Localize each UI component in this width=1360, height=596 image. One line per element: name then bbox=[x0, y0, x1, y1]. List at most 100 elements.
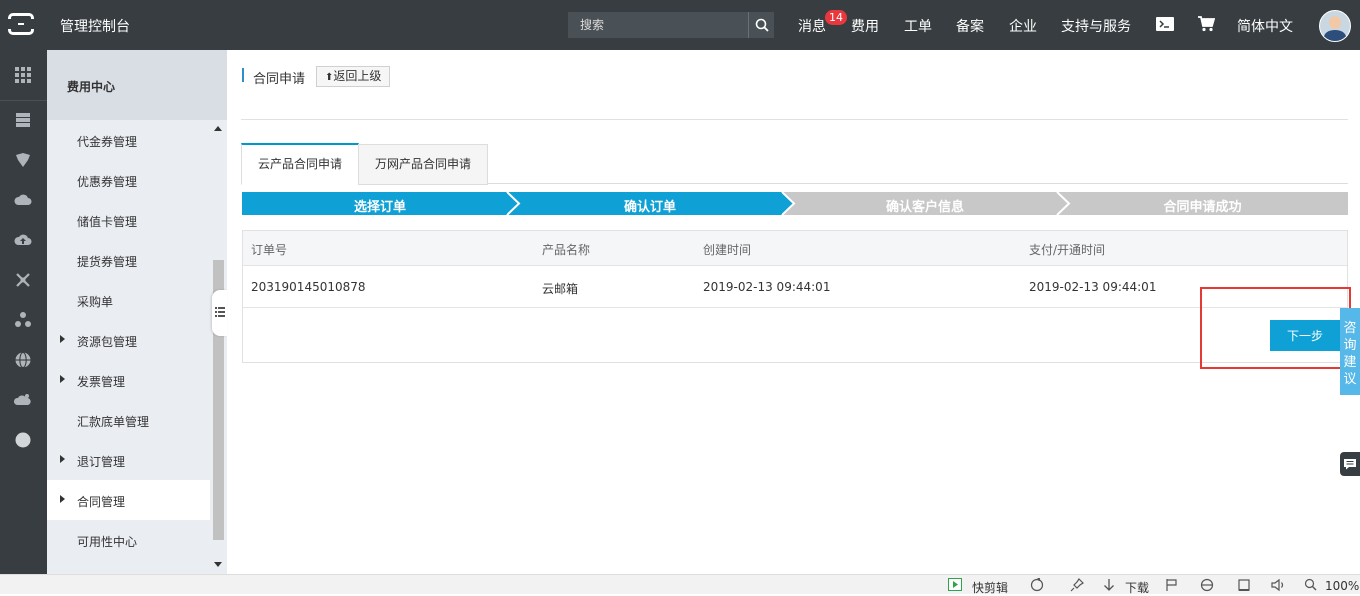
sidebar-header: 费用中心 bbox=[47, 50, 227, 120]
sidebar-item-contracts[interactable]: 合同管理 bbox=[47, 480, 210, 520]
cell-created-time: 2019-02-13 09:44:01 bbox=[703, 280, 831, 294]
cluster-icon[interactable] bbox=[14, 311, 32, 329]
cell-product-name: 云邮箱 bbox=[542, 282, 579, 296]
quick-clip-label[interactable]: 快剪辑 bbox=[972, 579, 1008, 596]
search-input[interactable] bbox=[568, 12, 746, 38]
feedback-tab[interactable]: 咨询建议 bbox=[1340, 308, 1360, 395]
sidebar-item-label: 提货券管理 bbox=[77, 255, 138, 269]
sidebar-title: 费用中心 bbox=[67, 80, 116, 94]
chat-button[interactable] bbox=[1340, 452, 1360, 476]
sidebar-item-label: 代金券管理 bbox=[77, 135, 138, 149]
sidebar-item-purchase-orders[interactable]: 采购单 bbox=[47, 280, 210, 320]
flag-icon[interactable] bbox=[1165, 578, 1179, 592]
server-icon[interactable] bbox=[14, 111, 32, 129]
title-accent-bar bbox=[242, 68, 244, 82]
nav-support[interactable]: 支持与服务 bbox=[1061, 16, 1131, 36]
caret-right-icon bbox=[60, 375, 65, 383]
progress-steps: 选择订单 确认订单 确认客户信息 合同申请成功 bbox=[242, 192, 1348, 215]
highlight-box bbox=[1200, 287, 1351, 369]
scroll-up-icon[interactable] bbox=[214, 126, 222, 131]
tab-cloud-product-contract[interactable]: 云产品合同申请 bbox=[241, 143, 359, 185]
nav-enterprise[interactable]: 企业 bbox=[1009, 16, 1037, 36]
sidebar-item-pickup-vouchers[interactable]: 提货券管理 bbox=[47, 240, 210, 280]
sidebar-item-label: 资源包管理 bbox=[77, 335, 138, 349]
circle-icon[interactable] bbox=[14, 431, 32, 449]
grid-icon[interactable] bbox=[14, 66, 32, 84]
pin-icon[interactable] bbox=[1070, 578, 1084, 592]
database-icon[interactable] bbox=[14, 151, 32, 169]
step-confirm-order: 确认订单 bbox=[507, 192, 793, 215]
step-label: 确认订单 bbox=[623, 200, 676, 215]
globe-icon[interactable] bbox=[14, 351, 32, 369]
cart-icon[interactable] bbox=[1197, 16, 1215, 32]
step-label: 确认客户信息 bbox=[885, 200, 964, 215]
sidebar-item-stored-value-cards[interactable]: 储值卡管理 bbox=[47, 200, 210, 240]
browser-e-icon[interactable] bbox=[1200, 578, 1214, 592]
caret-right-icon bbox=[60, 455, 65, 463]
sidebar: 费用中心 代金券管理 优惠券管理 储值卡管理 提货券管理 采购单 资源包管理 发… bbox=[47, 50, 227, 574]
sidebar-collapse-toggle[interactable] bbox=[212, 290, 227, 336]
col-order-number: 订单号 bbox=[251, 243, 288, 257]
messages-badge: 14 bbox=[825, 10, 847, 25]
download-icon[interactable] bbox=[1103, 578, 1115, 592]
network-icon[interactable] bbox=[14, 271, 32, 289]
quick-clip-icon[interactable] bbox=[948, 578, 962, 591]
sidebar-item-availability-center[interactable]: 可用性中心 bbox=[47, 520, 210, 560]
sidebar-item-refunds[interactable]: 退订管理 bbox=[47, 440, 210, 480]
browser-status-bar: 快剪辑 下载 100% bbox=[0, 574, 1360, 596]
sidebar-item-vouchers[interactable]: 代金券管理 bbox=[47, 120, 210, 160]
nav-icp[interactable]: 备案 bbox=[956, 16, 984, 36]
step-confirm-customer-info: 确认客户信息 bbox=[782, 192, 1068, 215]
step-contract-success: 合同申请成功 bbox=[1057, 192, 1348, 215]
collapse-menu-icon bbox=[215, 307, 225, 317]
caret-right-icon bbox=[60, 495, 65, 503]
order-table: 订单号 产品名称 创建时间 支付/开通时间 203190145010878 云邮… bbox=[242, 230, 1348, 363]
step-select-order: 选择订单 bbox=[242, 192, 518, 215]
console-title[interactable]: 管理控制台 bbox=[60, 16, 130, 36]
zoom-icon[interactable] bbox=[1304, 578, 1317, 591]
caret-right-icon bbox=[60, 335, 65, 343]
sidebar-item-label: 退订管理 bbox=[77, 455, 126, 469]
sidebar-item-invoices[interactable]: 发票管理 bbox=[47, 360, 210, 400]
nav-messages[interactable]: 消息 bbox=[798, 16, 826, 36]
search-icon bbox=[755, 18, 769, 32]
tab-label: 万网产品合同申请 bbox=[374, 157, 471, 171]
zoom-level[interactable]: 100% bbox=[1325, 579, 1359, 593]
nav-billing[interactable]: 费用 bbox=[851, 16, 879, 36]
aliyun-logo-icon[interactable] bbox=[7, 13, 35, 35]
table-header: 订单号 产品名称 创建时间 支付/开通时间 bbox=[243, 231, 1347, 266]
tab-wanwang-product-contract[interactable]: 万网产品合同申请 bbox=[358, 144, 488, 185]
user-avatar[interactable] bbox=[1319, 10, 1351, 42]
col-created-time: 创建时间 bbox=[703, 243, 752, 257]
sidebar-item-remittance-slips[interactable]: 汇款底单管理 bbox=[47, 400, 210, 440]
col-product-name: 产品名称 bbox=[542, 243, 591, 257]
step-label: 选择订单 bbox=[353, 200, 406, 215]
sidebar-item-resource-packages[interactable]: 资源包管理 bbox=[47, 320, 210, 360]
col-paid-time: 支付/开通时间 bbox=[1029, 243, 1106, 257]
nav-tickets[interactable]: 工单 bbox=[904, 16, 932, 36]
refresh-icon[interactable] bbox=[1030, 578, 1044, 592]
cloud-icon[interactable] bbox=[14, 191, 32, 209]
sidebar-item-label: 采购单 bbox=[77, 295, 114, 309]
chat-icon bbox=[1344, 459, 1356, 470]
product-icon-bar bbox=[0, 50, 47, 574]
window-icon[interactable] bbox=[1237, 578, 1251, 592]
sidebar-item-label: 优惠券管理 bbox=[77, 175, 138, 189]
cloud-upload-icon[interactable] bbox=[14, 231, 32, 249]
scroll-down-icon[interactable] bbox=[214, 562, 222, 567]
terminal-icon[interactable] bbox=[1156, 17, 1174, 31]
top-bar: 管理控制台 消息 14 费用 工单 备案 企业 支持与服务 简体中文 bbox=[0, 0, 1360, 50]
search-button[interactable] bbox=[748, 12, 775, 38]
sidebar-item-label: 储值卡管理 bbox=[77, 215, 138, 229]
sidebar-item-label: 合同管理 bbox=[77, 495, 126, 509]
speaker-icon[interactable] bbox=[1271, 578, 1287, 592]
cell-paid-time: 2019-02-13 09:44:01 bbox=[1029, 280, 1157, 294]
sidebar-item-coupons[interactable]: 优惠券管理 bbox=[47, 160, 210, 200]
nav-language[interactable]: 简体中文 bbox=[1237, 16, 1293, 36]
sidebar-item-label: 汇款底单管理 bbox=[77, 415, 150, 429]
table-row: 203190145010878 云邮箱 2019-02-13 09:44:01 … bbox=[243, 266, 1347, 308]
download-label[interactable]: 下载 bbox=[1125, 579, 1149, 596]
back-button-label: 返回上级 bbox=[333, 69, 382, 83]
weather-icon[interactable] bbox=[14, 391, 32, 409]
back-button[interactable]: ⬆返回上级 bbox=[316, 66, 391, 87]
